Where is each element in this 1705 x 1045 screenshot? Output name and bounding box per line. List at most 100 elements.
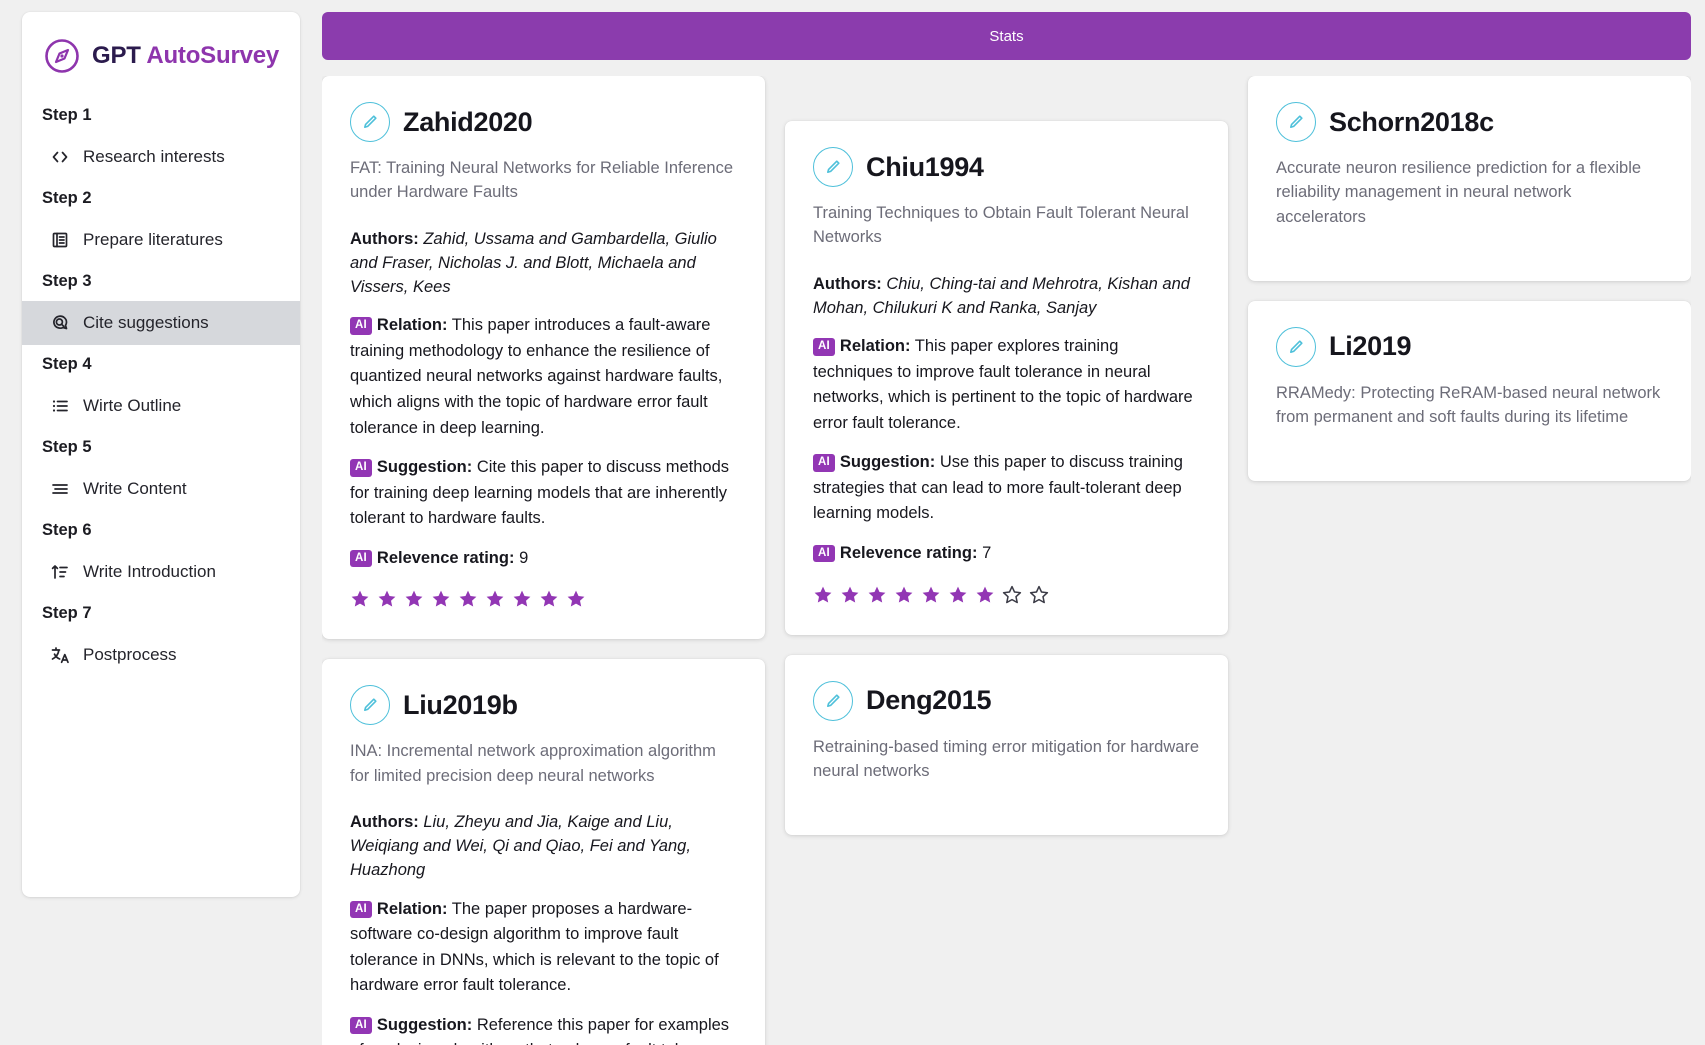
edit-pencil-icon[interactable] <box>1276 102 1316 142</box>
sidebar-item-postprocess[interactable]: Postprocess <box>22 633 300 677</box>
star-filled-icon[interactable] <box>867 585 887 605</box>
edit-pencil-icon[interactable] <box>350 102 390 142</box>
card-citation-key: Deng2015 <box>866 685 992 715</box>
card-header: Li2019 <box>1276 326 1663 367</box>
sidebar-step-label: Step 2 <box>42 189 92 207</box>
rating-stars[interactable] <box>813 585 1200 605</box>
sidebar-step-label: Step 4 <box>42 355 92 373</box>
sidebar-item-label: Research interests <box>83 147 225 166</box>
paper-card[interactable]: Schorn2018c Accurate neuron resilience p… <box>1248 76 1691 281</box>
star-filled-icon[interactable] <box>458 589 478 609</box>
brand-title-gpt: GPT <box>92 42 141 69</box>
suggestion-label: Suggestion: <box>376 1015 473 1034</box>
suggestion-label: Suggestion: <box>839 453 936 472</box>
card-relation: AI Relation: This paper introduces a faul… <box>350 313 737 441</box>
ai-badge: AI <box>350 549 372 568</box>
ai-badge: AI <box>350 459 372 477</box>
edit-pencil-icon[interactable] <box>813 680 853 721</box>
sidebar-item-cite-suggestions[interactable]: Cite suggestions <box>22 301 300 345</box>
card-citation-key: Liu2019b <box>403 689 518 720</box>
star-filled-icon[interactable] <box>485 589 505 609</box>
sidebar-step-label: Step 3 <box>42 272 92 290</box>
star-empty-icon[interactable] <box>1029 585 1049 605</box>
ai-badge: AI <box>350 1016 372 1035</box>
bulleted-list-icon <box>50 396 70 416</box>
star-filled-icon[interactable] <box>921 585 941 605</box>
code-brackets-icon <box>50 147 70 167</box>
star-filled-icon[interactable] <box>948 585 968 605</box>
sidebar-step-label: Step 6 <box>42 521 92 539</box>
brand: GPT AutoSurvey <box>22 12 300 96</box>
star-filled-icon[interactable] <box>894 585 914 605</box>
sidebar: GPT AutoSurvey Step 1 Research interests S… <box>22 12 300 897</box>
comment-search-icon <box>50 313 70 333</box>
star-empty-icon[interactable] <box>1002 585 1022 605</box>
book-icon <box>50 230 70 250</box>
sidebar-item-write-introduction[interactable]: Write Introduction <box>22 550 300 594</box>
authors-label: Authors: <box>350 812 419 831</box>
translate-icon <box>50 645 70 665</box>
rating-value: 9 <box>519 548 529 567</box>
paper-card[interactable]: Liu2019b INA: Incremental network approx… <box>322 659 765 1045</box>
card-citation-key: Zahid2020 <box>403 106 533 137</box>
star-filled-icon[interactable] <box>431 589 451 609</box>
card-relation: AI Relation: The paper proposes a hardwar… <box>350 897 737 999</box>
relation-label: Relation: <box>376 316 448 335</box>
card-suggestion: AI Suggestion: Reference this paper for e… <box>350 1013 737 1045</box>
star-filled-icon[interactable] <box>566 589 586 609</box>
edit-pencil-icon[interactable] <box>813 147 853 187</box>
sidebar-item-prepare-literatures[interactable]: Prepare literatures <box>22 218 300 262</box>
star-filled-icon[interactable] <box>813 585 833 605</box>
star-filled-icon[interactable] <box>840 585 860 605</box>
paper-card[interactable]: Chiu1994 Training Techniques to Obtain F… <box>785 121 1228 635</box>
authors-label: Authors: <box>813 274 882 293</box>
card-paper-title: Training Techniques to Obtain Fault Tole… <box>813 204 1189 247</box>
sidebar-item-research-interests[interactable]: Research interests <box>22 135 300 179</box>
sidebar-step-label: Step 7 <box>42 604 92 622</box>
align-lines-icon <box>50 479 70 499</box>
stats-bar[interactable]: Stats <box>322 12 1691 60</box>
rating-stars[interactable] <box>350 589 737 609</box>
edit-pencil-icon[interactable] <box>1276 326 1316 367</box>
card-authors: Authors: Zahid, Ussama and Gambardella, … <box>350 227 737 300</box>
star-filled-icon[interactable] <box>404 589 424 609</box>
authors-label: Authors: <box>350 229 419 248</box>
sidebar-step-label: Step 5 <box>42 438 92 456</box>
paper-card[interactable]: Zahid2020 FAT: Training Neural Networks … <box>322 76 765 640</box>
brand-title-autosurvey: AutoSurvey <box>146 42 280 69</box>
relation-label: Relation: <box>376 899 448 918</box>
ai-badge: AI <box>350 317 372 335</box>
ai-badge: AI <box>350 900 372 919</box>
card-paper-title: FAT: Training Neural Networks for Reliab… <box>350 159 734 202</box>
rating-label: Relevence rating: <box>839 543 978 562</box>
sidebar-item-write-content[interactable]: Write Content <box>22 467 300 511</box>
card-paper-title: Retraining-based timing error mitigation… <box>813 737 1200 780</box>
edit-pencil-icon[interactable] <box>350 685 390 726</box>
card-header: Zahid2020 <box>350 102 737 142</box>
paper-card[interactable]: Li2019 RRAMedy: Protecting ReRAM-based n… <box>1248 300 1691 482</box>
rating-label: Relevence rating: <box>376 548 515 567</box>
sidebar-item-wirte-outline[interactable]: Wirte Outline <box>22 384 300 428</box>
relation-value: This paper introduces a fault-aware trai… <box>350 316 723 437</box>
star-filled-icon[interactable] <box>350 589 370 609</box>
star-filled-icon[interactable] <box>975 585 995 605</box>
sidebar-item-label: Postprocess <box>83 645 177 664</box>
card-rating: AI Relevence rating: 9 <box>350 546 737 572</box>
sidebar-item-label: Prepare literatures <box>83 230 223 249</box>
card-suggestion: AI Suggestion: Cite this paper to discuss… <box>350 455 737 532</box>
sidebar-item-label: Wirte Outline <box>83 396 182 415</box>
sidebar-item-label: Cite suggestions <box>83 313 209 332</box>
ai-badge: AI <box>813 454 835 472</box>
sidebar-step-label: Step 1 <box>42 106 92 124</box>
card-header: Schorn2018c <box>1276 102 1663 142</box>
card-authors: Authors: Chiu, Ching-tai and Mehrotra, K… <box>813 272 1200 321</box>
star-filled-icon[interactable] <box>539 589 559 609</box>
card-citation-key: Chiu1994 <box>866 151 984 182</box>
paper-card[interactable]: Deng2015 Retraining-based timing error m… <box>785 654 1228 835</box>
star-filled-icon[interactable] <box>512 589 532 609</box>
card-rating: AI Relevence rating: 7 <box>813 541 1200 567</box>
card-paper-title: Accurate neuron resilience prediction fo… <box>1276 159 1642 226</box>
main-content: Stats Zahid2020 FAT: Training Neural Net… <box>322 12 1691 1045</box>
card-suggestion: AI Suggestion: Use this paper to discuss … <box>813 450 1200 527</box>
star-filled-icon[interactable] <box>377 589 397 609</box>
